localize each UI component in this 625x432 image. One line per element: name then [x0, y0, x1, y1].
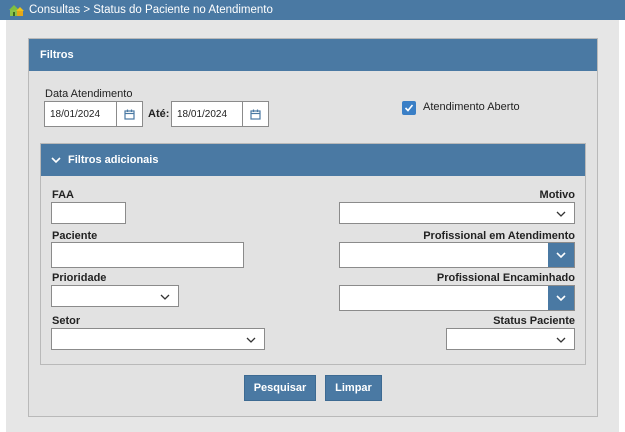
additional-filters-title: Filtros adicionais — [68, 154, 159, 166]
status-select[interactable] — [446, 328, 575, 350]
prioridade-select[interactable] — [51, 285, 179, 307]
date-from-value[interactable]: 18/01/2024 — [45, 102, 116, 126]
chevron-down-icon[interactable] — [548, 286, 574, 310]
home-icon[interactable] — [8, 3, 26, 17]
setor-label: Setor — [52, 315, 81, 327]
chevron-down-icon[interactable] — [246, 335, 256, 347]
paciente-label: Paciente — [52, 230, 98, 242]
prof-atendimento-select[interactable] — [339, 242, 575, 268]
prof-encaminhado-label: Profissional Encaminhado — [436, 272, 575, 284]
prioridade-label: Prioridade — [52, 272, 107, 284]
chevron-down-icon[interactable] — [160, 292, 170, 304]
chevron-down-icon[interactable] — [51, 156, 61, 164]
title-bar: Consultas > Status do Paciente no Atendi… — [0, 0, 625, 20]
chevron-down-icon[interactable] — [548, 243, 574, 267]
chevron-down-icon[interactable] — [556, 209, 566, 221]
motivo-select[interactable] — [339, 202, 575, 224]
ate-label: Até: — [148, 108, 170, 120]
open-care-label[interactable]: Atendimento Aberto — [423, 101, 520, 113]
date-to-value[interactable]: 18/01/2024 — [172, 102, 242, 126]
search-button[interactable]: Pesquisar — [244, 375, 316, 401]
setor-select[interactable] — [51, 328, 265, 350]
open-care-checkbox[interactable] — [402, 101, 416, 115]
chevron-down-icon[interactable] — [556, 335, 566, 347]
filters-header: Filtros — [29, 39, 597, 71]
calendar-icon[interactable] — [116, 102, 142, 126]
date-label: Data Atendimento — [45, 88, 133, 100]
clear-button[interactable]: Limpar — [325, 375, 382, 401]
prof-atendimento-label: Profissional em Atendimento — [423, 230, 575, 242]
calendar-icon[interactable] — [242, 102, 268, 126]
faa-input[interactable] — [51, 202, 126, 224]
prof-encaminhado-select[interactable] — [339, 285, 575, 311]
date-from-input[interactable]: 18/01/2024 — [44, 101, 143, 127]
motivo-label: Motivo — [539, 189, 575, 201]
date-to-input[interactable]: 18/01/2024 — [171, 101, 269, 127]
paciente-input[interactable] — [51, 242, 244, 268]
breadcrumb: Consultas > Status do Paciente no Atendi… — [29, 4, 273, 16]
check-icon — [404, 104, 414, 112]
status-label: Status Paciente — [493, 315, 575, 327]
additional-filters-header[interactable]: Filtros adicionais — [41, 144, 585, 176]
faa-label: FAA — [52, 189, 74, 201]
